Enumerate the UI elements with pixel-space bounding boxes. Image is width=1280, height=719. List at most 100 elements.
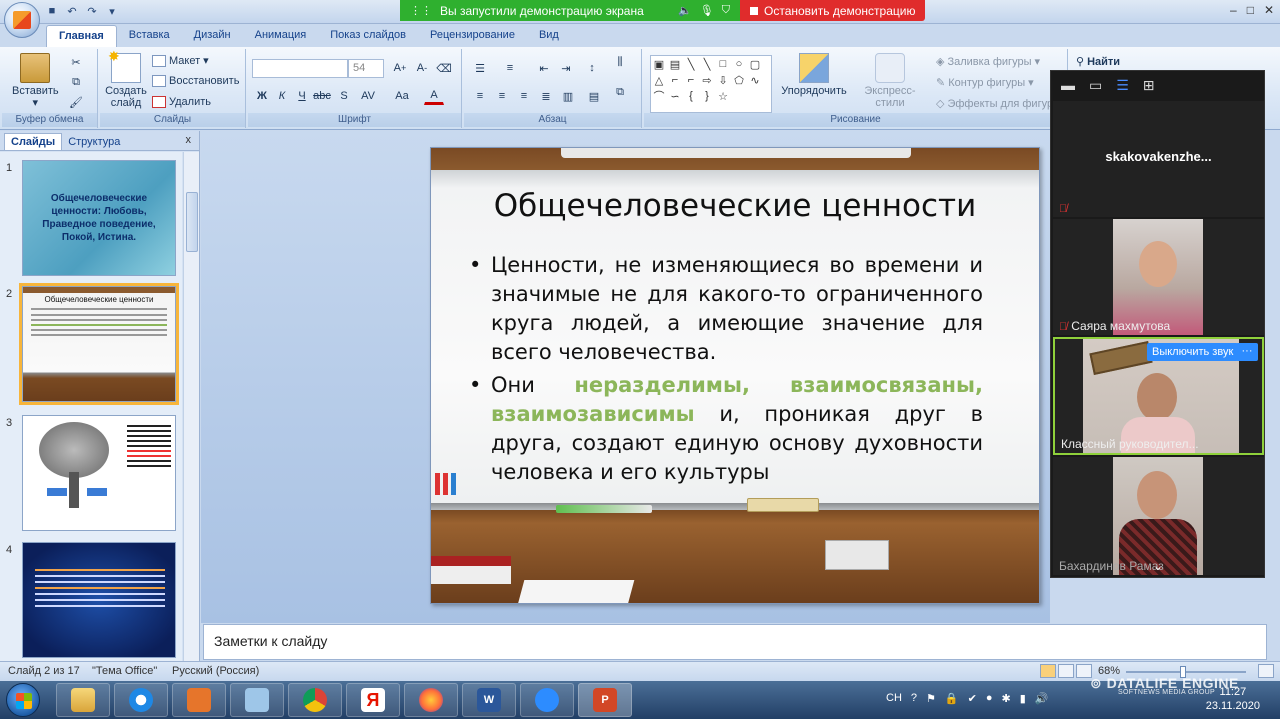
elbow-shape-icon[interactable]: ⌐ (667, 72, 683, 88)
cut-icon[interactable]: ✂ (66, 53, 86, 71)
pentagon-shape-icon[interactable]: ⬠ (731, 72, 747, 88)
align-left-icon[interactable]: ≡ (470, 87, 490, 105)
chevron-down-icon[interactable]: ⌄ (1153, 559, 1163, 573)
font-name-combo[interactable] (252, 59, 348, 78)
participant-tile-4[interactable]: Бахардинов Рамаз ⌄ (1053, 457, 1264, 575)
shadow-icon[interactable]: S (334, 87, 354, 105)
increase-indent-icon[interactable]: ⇥ (556, 59, 576, 77)
format-painter-icon[interactable]: 🖌 (66, 93, 86, 111)
font-size-combo[interactable]: 54 (348, 59, 384, 78)
find-button[interactable]: ⚲ Найти (1076, 55, 1120, 69)
grow-font-icon[interactable]: A + (390, 59, 410, 77)
close-pane-icon[interactable]: x (186, 134, 192, 146)
bullets-icon[interactable]: ☰ (470, 59, 490, 77)
network-tray-icon[interactable]: ▮ (1020, 692, 1026, 705)
slide-sorter-icon[interactable] (1058, 664, 1074, 678)
zoom-tray-icon[interactable]: ● (986, 692, 993, 705)
shape-fill-button[interactable]: ◈ Заливка фигуры ▾ (936, 55, 1040, 69)
office-button[interactable] (4, 2, 40, 38)
zoom-slider[interactable] (1126, 666, 1246, 678)
change-case-icon[interactable]: Aa (392, 87, 412, 105)
taskbar-yandex[interactable]: Я (346, 683, 400, 717)
save-icon[interactable]: ■ (44, 3, 60, 19)
taskbar-explorer[interactable] (56, 683, 110, 717)
curve-shape-icon[interactable]: ∿ (747, 72, 763, 88)
clear-format-icon[interactable]: ⌫ (434, 59, 454, 77)
participant-tile-1[interactable]: skakovakenzhe... 🎙̸ (1053, 101, 1264, 217)
language-indicator[interactable]: Русский (Россия) (172, 665, 259, 677)
taskbar-powerpoint[interactable]: P (578, 683, 632, 717)
align-right-icon[interactable]: ≡ (514, 87, 534, 105)
justify-icon[interactable]: ≣ (536, 87, 556, 105)
tab-design[interactable]: Дизайн (182, 25, 243, 47)
arrow-right-shape-icon[interactable]: ⇨ (699, 72, 715, 88)
shape-effects-button[interactable]: ◇ Эффекты для фигур (936, 97, 1053, 111)
mute-participant-button[interactable]: Выключить звук (1147, 343, 1239, 361)
decrease-indent-icon[interactable]: ⇤ (534, 59, 554, 77)
shapes-gallery[interactable]: ▣ ▤ ╲ ╲ □ ○ ▢ △ ⌐ ⌐ ⇨ ⇩ ⬠ ∿ ⌒ ∽ { } ☆ (650, 55, 772, 113)
shield-check-icon[interactable]: ✔ (968, 692, 977, 705)
taskbar-ie[interactable] (114, 683, 168, 717)
current-slide[interactable]: Общечеловеческие ценности Ценности, не и… (430, 147, 1040, 604)
tab-home[interactable]: Главная (46, 25, 117, 47)
smartart-icon[interactable]: ⧉ (610, 83, 630, 101)
brace-right-shape-icon[interactable]: } (699, 88, 715, 104)
mic-muted-icon[interactable]: 🎙 (700, 4, 714, 17)
char-spacing-icon[interactable]: AV (358, 87, 378, 105)
speaker-icon[interactable]: 🔈 (678, 4, 692, 17)
participant-tile-3[interactable]: Выключить звук ··· Классный руководител.… (1053, 337, 1264, 455)
italic-icon[interactable]: К (272, 87, 292, 105)
gallery-view-icon[interactable]: ⊞ (1143, 77, 1155, 94)
shrink-font-icon[interactable]: A- (412, 59, 432, 77)
arrow-down-shape-icon[interactable]: ⇩ (715, 72, 731, 88)
start-button[interactable] (6, 683, 40, 717)
redo-icon[interactable]: ↷ (84, 3, 100, 19)
single-view-icon[interactable]: ▭ (1089, 77, 1102, 94)
shape-outline-button[interactable]: ✎ Контур фигуры ▾ (936, 76, 1034, 90)
taskbar-word[interactable]: W (462, 683, 516, 717)
tab-slides[interactable]: Слайды (4, 133, 63, 150)
arc-shape-icon[interactable]: ⌒ (651, 88, 667, 104)
close-icon[interactable]: ✕ (1264, 3, 1274, 17)
more-options-button[interactable]: ··· (1236, 343, 1258, 361)
taskbar-network[interactable] (230, 683, 284, 717)
underline-icon[interactable]: Ч (292, 87, 312, 105)
tab-view[interactable]: Вид (527, 25, 571, 47)
columns-icon[interactable]: ▥ (558, 87, 578, 105)
speaker-view-icon[interactable]: ☰ (1116, 77, 1129, 94)
taskbar-zoom[interactable] (520, 683, 574, 717)
customize-qat-icon[interactable]: ▾ (104, 3, 120, 19)
arrange-button[interactable]: Упорядочить (780, 53, 848, 97)
star-shape-icon[interactable]: ☆ (715, 88, 731, 104)
scrollbar-thumb[interactable] (186, 192, 198, 252)
slide-thumb-1[interactable]: Общечеловеческие ценности: Любовь, Праве… (22, 160, 176, 276)
input-language[interactable]: CH (886, 692, 902, 705)
taskbar-chrome[interactable] (288, 683, 342, 717)
new-slide-button[interactable]: ✸ Создать слайд (104, 49, 148, 109)
rounded-rect-shape-icon[interactable]: ▢ (747, 56, 763, 72)
slide-thumb-3[interactable] (22, 415, 176, 531)
line-spacing-icon[interactable]: ↕ (582, 59, 602, 77)
copy-icon[interactable]: ⧉ (66, 73, 86, 91)
minimize-panel-icon[interactable]: ▬ (1061, 77, 1075, 93)
layout-button[interactable]: Макет ▾ (152, 54, 209, 67)
minimize-icon[interactable]: – (1230, 3, 1237, 17)
oval-shape-icon[interactable]: ○ (731, 56, 747, 72)
bend-shape-icon[interactable]: ∽ (667, 88, 683, 104)
normal-view-icon[interactable] (1040, 664, 1056, 678)
bluetooth-icon[interactable]: ✱ (1001, 692, 1010, 705)
line-shape-icon[interactable]: ╲ (683, 56, 699, 72)
elbow2-shape-icon[interactable]: ⌐ (683, 72, 699, 88)
volume-icon[interactable]: 🔊 (1035, 692, 1049, 705)
delete-slide-button[interactable]: Удалить (152, 96, 211, 108)
font-color-icon[interactable]: A (424, 87, 444, 105)
tab-review[interactable]: Рецензирование (418, 25, 527, 47)
grip-icon[interactable]: ⋮⋮ (410, 4, 432, 17)
shield-icon[interactable]: ⛉ (722, 4, 730, 17)
help-icon[interactable]: ? (911, 692, 917, 705)
tab-slideshow[interactable]: Показ слайдов (318, 25, 418, 47)
triangle-shape-icon[interactable]: △ (651, 72, 667, 88)
maximize-icon[interactable]: □ (1247, 3, 1254, 17)
lock-icon[interactable]: 🔒 (945, 692, 959, 705)
tab-outline[interactable]: Структура (62, 134, 126, 150)
